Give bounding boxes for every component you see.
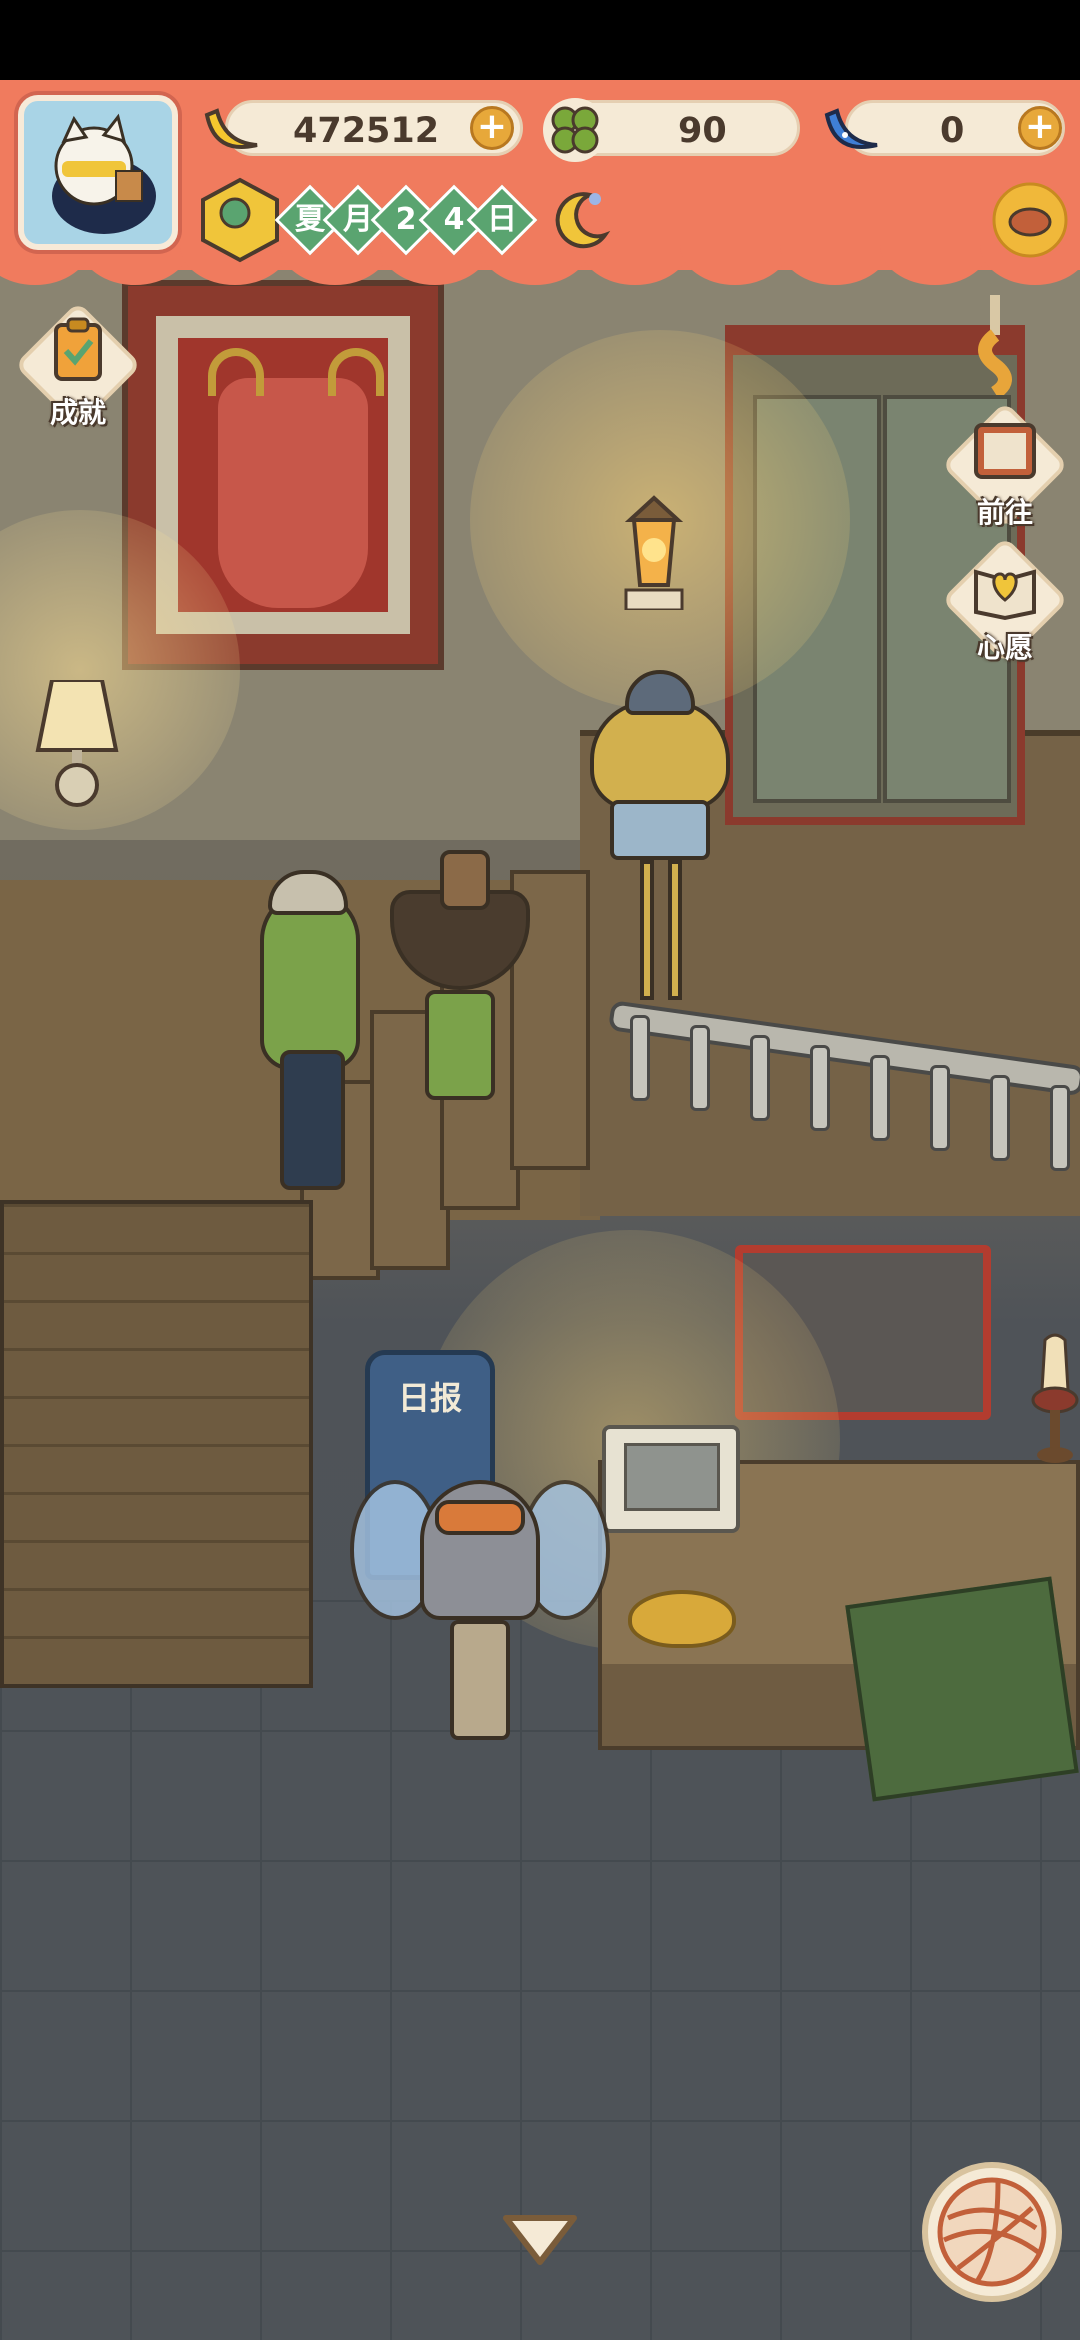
go-to-button[interactable]: 前往 — [941, 401, 1069, 529]
moon-icon — [555, 192, 611, 249]
piggy-bank-icon[interactable] — [990, 180, 1070, 260]
game-scene[interactable]: 日报 — [0, 80, 1080, 2340]
blue-banana-icon — [824, 108, 878, 149]
wall-sconce-icon — [35, 680, 119, 807]
banana-counter: 472512 + — [225, 100, 523, 156]
banana-count: 472512 — [293, 111, 440, 151]
green-cloth — [845, 1576, 1079, 1802]
banana-icon — [204, 108, 258, 149]
collapse-arrow-icon[interactable] — [500, 2210, 580, 2270]
yarn-ball-button[interactable] — [922, 2162, 1062, 2302]
rail-post — [750, 1035, 770, 1121]
computer[interactable] — [602, 1425, 740, 1533]
rail-post — [1050, 1085, 1070, 1171]
dinosaur-character[interactable] — [240, 870, 370, 1200]
rail-post — [690, 1025, 710, 1111]
yarn-ball-icon — [937, 2177, 1047, 2287]
dog-character[interactable] — [580, 670, 740, 1010]
day-char: 日 — [487, 202, 517, 237]
rail-post — [810, 1045, 830, 1131]
calendar-clock-icon — [201, 177, 279, 263]
rail-post — [930, 1065, 950, 1151]
blue-banana-count: 0 — [940, 111, 965, 151]
go-to-label: 前往 — [976, 496, 1033, 529]
player-avatar-button[interactable] — [18, 95, 178, 250]
map-board-icon — [974, 423, 1036, 479]
clipboard-icon — [54, 317, 102, 381]
clover-count: 90 — [678, 111, 727, 151]
hud-scallop-edge — [0, 245, 1080, 315]
jellyfish-character[interactable] — [350, 1460, 610, 1750]
clover-icon — [543, 98, 607, 162]
wall-lantern-icon — [624, 495, 684, 610]
oil-lamp-icon — [1031, 1333, 1079, 1463]
pull-rope-icon[interactable] — [970, 295, 1020, 395]
wish-button[interactable]: 心愿 — [941, 536, 1069, 664]
rail-post — [990, 1075, 1010, 1161]
rail-post — [870, 1055, 890, 1141]
wish-label: 心愿 — [976, 631, 1033, 664]
lower-stair-block — [0, 1200, 313, 1688]
achievements-button[interactable]: 成就 — [14, 301, 142, 429]
bathtub-character[interactable] — [380, 850, 540, 1110]
date-display: 夏 月 2 4 日 — [274, 184, 538, 256]
sign-label: 日报 — [397, 1379, 462, 1417]
magic-lamp[interactable] — [628, 1590, 736, 1648]
achievements-label: 成就 — [49, 396, 106, 429]
add-blue-banana-button[interactable]: + — [1018, 106, 1062, 150]
heart-book-icon — [974, 569, 1036, 621]
rail-post — [630, 1015, 650, 1101]
add-banana-button[interactable]: + — [470, 106, 514, 150]
cat-avatar-icon — [52, 113, 156, 234]
